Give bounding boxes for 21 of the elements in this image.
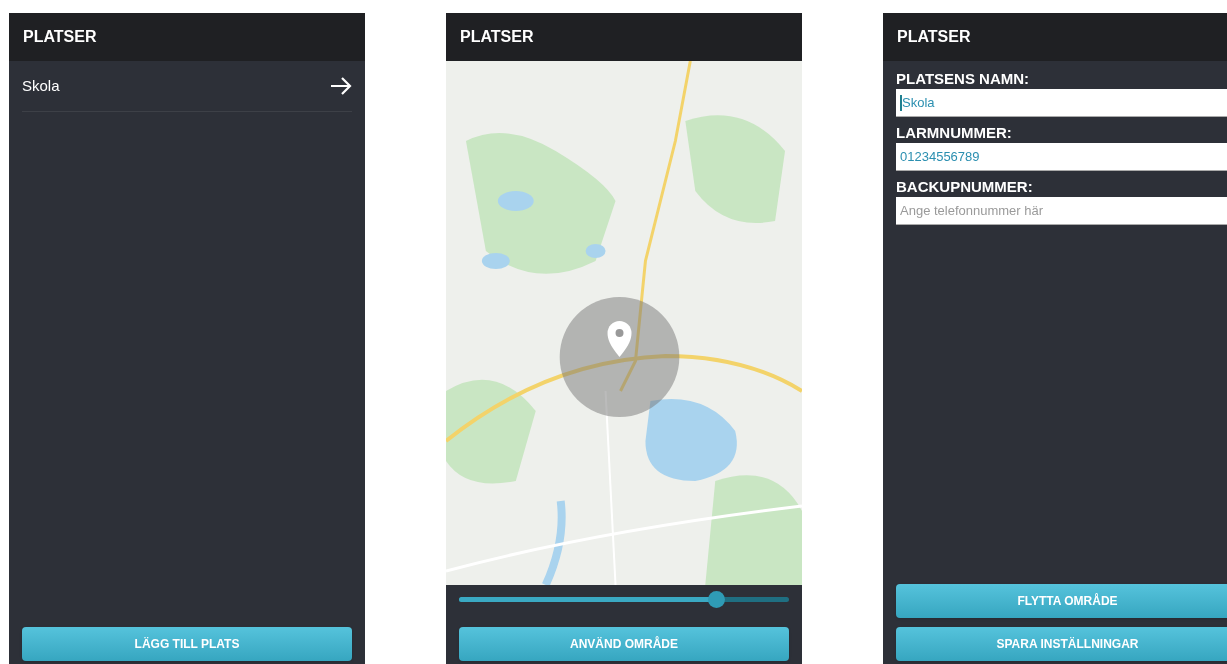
- action-button[interactable]: LÄGG TILL PLATS: [22, 627, 352, 661]
- action-button[interactable]: SPARA INSTÄLLNINGAR: [896, 627, 1227, 661]
- input-field[interactable]: Ange telefonnummer här: [896, 197, 1227, 225]
- field-placeholder: Ange telefonnummer här: [900, 201, 1044, 220]
- action-button[interactable]: ANVÄND OMRÅDE: [459, 627, 789, 661]
- field-value: 01234556789: [900, 147, 980, 166]
- input-field[interactable]: Skola: [896, 89, 1227, 117]
- arrow-right-icon: [330, 76, 352, 96]
- input-field[interactable]: 01234556789: [896, 143, 1227, 171]
- radius-slider[interactable]: [459, 589, 789, 609]
- action-button[interactable]: FLYTTA OMRÅDE: [896, 584, 1227, 618]
- place-name: Skola: [22, 75, 60, 96]
- place-row[interactable]: Skola: [22, 61, 352, 112]
- screen-title: PLATSER: [23, 27, 97, 47]
- screen-title: PLATSER: [460, 27, 534, 47]
- field-label: PLATSENS NAMN:: [896, 69, 1031, 89]
- field-label: BACKUPNUMMER:: [896, 177, 1034, 197]
- field-value: Skola: [902, 93, 935, 112]
- screen-title: PLATSER: [897, 27, 971, 47]
- slider-thumb[interactable]: [708, 590, 726, 608]
- field-label: LARMNUMMER:: [896, 123, 1013, 143]
